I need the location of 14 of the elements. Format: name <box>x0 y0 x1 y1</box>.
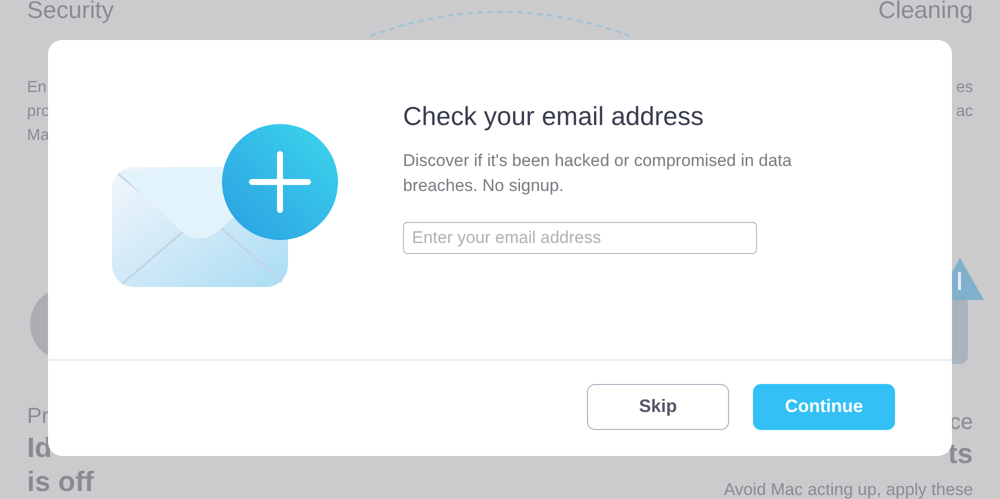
dialog-title: Check your email address <box>403 100 705 132</box>
card-status: ts <box>947 437 973 471</box>
card-title: Pr <box>27 402 50 430</box>
card-description: Avoid Mac acting up, apply these <box>724 480 973 499</box>
section-description: Ma <box>27 126 50 146</box>
card-status: is off <box>27 465 95 499</box>
section-title: Security <box>27 0 114 24</box>
skip-button[interactable]: Skip <box>587 384 729 430</box>
section-description: ac <box>955 102 973 122</box>
email-field[interactable]: Enter your email address <box>403 222 757 254</box>
section-description: En <box>27 78 48 98</box>
dialog-description: Discover if it's been hacked or compromised in data breaches. No signup. <box>403 150 793 197</box>
section-title: Cleaning <box>877 0 973 24</box>
section-description: es <box>955 78 973 98</box>
